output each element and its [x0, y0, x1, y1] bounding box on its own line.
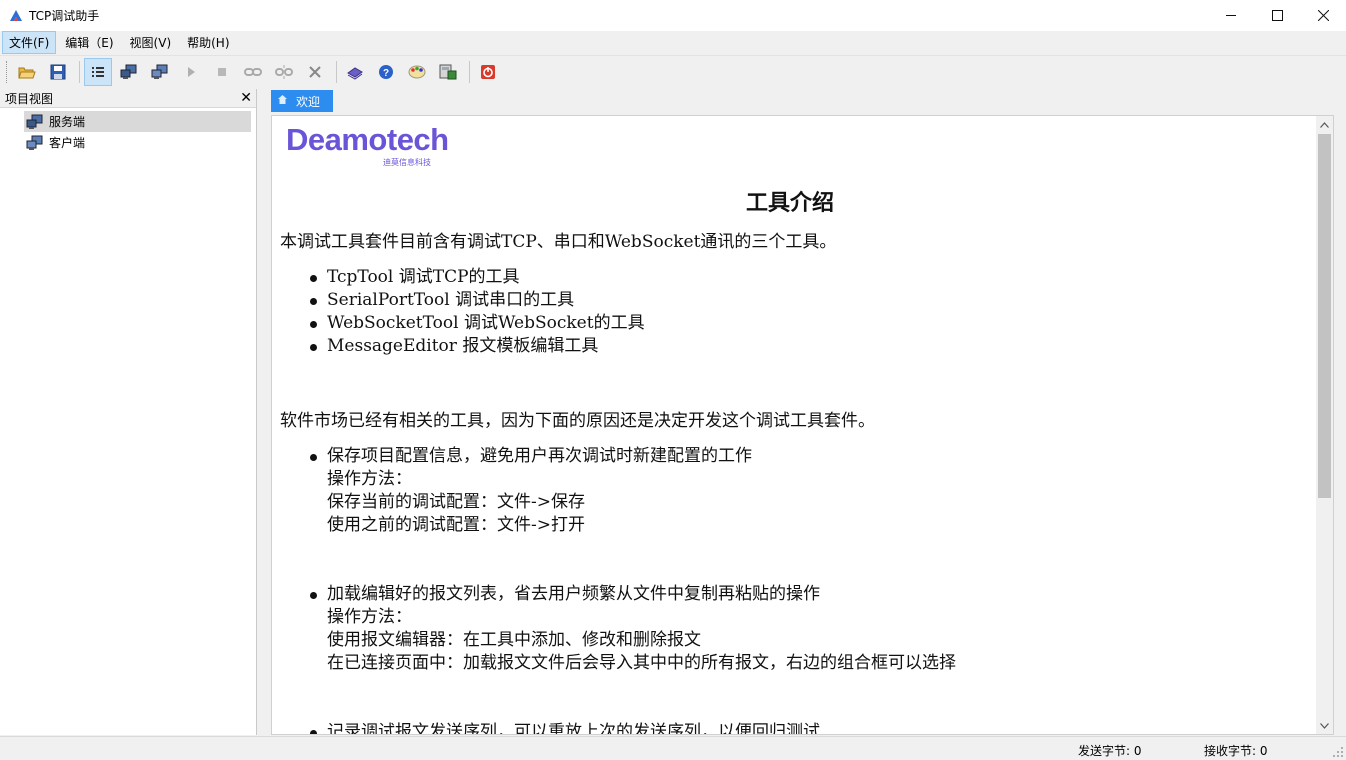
tree-item-label: 服务端 — [49, 115, 86, 129]
tree-item-label: 客户端 — [49, 136, 86, 150]
client-icon[interactable] — [146, 58, 174, 86]
app-icon — [9, 9, 23, 23]
received-bytes-status: 接收字节: 0 — [1204, 744, 1268, 758]
toolbar-grip[interactable] — [6, 60, 9, 83]
feature-line: 在已连接页面中：加载报文文件后会导入其中中的所有报文，右边的组合框可以选择 — [327, 653, 956, 673]
book-icon[interactable] — [341, 58, 369, 86]
welcome-content: Deamotech 迪莫信息科技 工具介绍 本调试工具套件目前含有调试TCP、串… — [271, 115, 1334, 735]
list-item: 保存项目配置信息，避免用户再次调试时新建配置的工作 操作方法： 保存当前的调试配… — [310, 445, 752, 537]
scroll-up-icon[interactable] — [1316, 116, 1333, 133]
feature-list-2: 加载编辑好的报文列表，省去用户频繁从文件中复制再粘贴的操作 操作方法： 使用报文… — [310, 583, 956, 675]
server-icon — [26, 114, 44, 130]
save-icon[interactable] — [44, 58, 72, 86]
scrollbar-thumb[interactable] — [1318, 134, 1331, 498]
pane-title: 项目视图 — [5, 91, 54, 106]
list-item: WebSocketTool 调试WebSocket的工具 — [310, 313, 645, 333]
server-icon[interactable] — [115, 58, 143, 86]
deamotech-logo: Deamotech 迪莫信息科技 — [286, 122, 449, 168]
open-folder-icon[interactable] — [13, 58, 41, 86]
toolbar: ? — [0, 55, 1346, 87]
connect-icon[interactable] — [239, 58, 267, 86]
calculator-icon[interactable] — [434, 58, 462, 86]
list-icon[interactable] — [84, 57, 112, 86]
feature-line: 保存当前的调试配置：文件->保存 — [327, 492, 585, 512]
vertical-scrollbar[interactable] — [1316, 116, 1333, 734]
intro-paragraph: 本调试工具套件目前含有调试TCP、串口和WebSocket通讯的三个工具。 — [280, 232, 837, 252]
menu-view[interactable]: 视图(V) — [123, 31, 179, 54]
doc-heading: 工具介绍 — [746, 190, 835, 216]
home-icon — [277, 94, 288, 108]
maximize-button[interactable] — [1254, 0, 1300, 31]
sent-bytes-status: 发送字节: 0 — [1078, 744, 1142, 758]
disconnect-icon[interactable] — [270, 58, 298, 86]
toolbar-separator — [79, 60, 80, 83]
resize-grip-icon[interactable] — [1332, 746, 1344, 758]
feature-method: 操作方法： — [327, 469, 412, 489]
menu-help[interactable]: 帮助(H) — [180, 31, 236, 54]
menu-edit[interactable]: 编辑（E) — [58, 31, 120, 54]
close-button[interactable] — [1300, 0, 1346, 31]
reason-paragraph: 软件市场已经有相关的工具，因为下面的原因还是决定开发这个调试工具套件。 — [280, 411, 875, 431]
feature-title: 保存项目配置信息，避免用户再次调试时新建配置的工作 — [327, 446, 752, 466]
minimize-button[interactable] — [1208, 0, 1254, 31]
tree-item-server[interactable]: 服务端 — [24, 111, 251, 132]
svg-text:?: ? — [383, 68, 389, 79]
help-icon[interactable]: ? — [372, 58, 400, 86]
client-icon — [26, 135, 44, 151]
feature-list-1: 保存项目配置信息，避免用户再次调试时新建配置的工作 操作方法： 保存当前的调试配… — [310, 445, 752, 537]
feature-title: 记录调试报文发送序列，可以重放上次的发送序列，以便回归测试 — [327, 722, 820, 735]
feature-line: 使用之前的调试配置：文件->打开 — [327, 515, 585, 535]
feature-line: 使用报文编辑器：在工具中添加、修改和删除报文 — [327, 630, 701, 650]
menu-bar: 文件(F) 编辑（E) 视图(V) 帮助(H) — [0, 31, 1346, 54]
logo-subtitle: 迪莫信息科技 — [383, 158, 431, 167]
tab-welcome[interactable]: 欢迎 — [271, 90, 333, 112]
tree-item-client[interactable]: 客户端 — [24, 132, 251, 153]
tab-label: 欢迎 — [296, 94, 321, 109]
palette-icon[interactable] — [403, 58, 431, 86]
feature-title: 加载编辑好的报文列表，省去用户频繁从文件中复制再粘贴的操作 — [327, 584, 820, 604]
menu-file[interactable]: 文件(F) — [2, 31, 57, 54]
list-item: 加载编辑好的报文列表，省去用户频繁从文件中复制再粘贴的操作 操作方法： 使用报文… — [310, 583, 956, 675]
stop-icon[interactable] — [208, 58, 236, 86]
list-item: 记录调试报文发送序列，可以重放上次的发送序列，以便回归测试 — [310, 721, 820, 735]
list-item: SerialPortTool 调试串口的工具 — [310, 289, 645, 312]
tools-list: TcpTool 调试TCP的工具 SerialPortTool 调试串口的工具 … — [310, 266, 645, 358]
project-view-header: 项目视图 ✕ — [0, 89, 256, 108]
play-icon[interactable] — [177, 58, 205, 86]
feature-list-3: 记录调试报文发送序列，可以重放上次的发送序列，以便回归测试 — [310, 721, 820, 735]
power-icon[interactable] — [474, 58, 502, 86]
feature-method: 操作方法： — [327, 607, 412, 627]
list-item: MessageEditor 报文模板编辑工具 — [310, 335, 645, 358]
title-bar: TCP调试助手 — [0, 0, 1346, 31]
project-tree: 服务端 客户端 — [0, 108, 256, 153]
tab-bar: 欢迎 — [262, 89, 1346, 113]
list-item: TcpTool 调试TCP的工具 — [310, 266, 645, 289]
close-x-icon[interactable] — [301, 58, 329, 86]
logo-text: Deamotech — [286, 122, 449, 157]
toolbar-separator — [469, 60, 470, 83]
project-view-pane: 项目视图 ✕ 服务端 客户端 — [0, 89, 257, 735]
toolbar-separator — [336, 60, 337, 83]
status-bar: 发送字节: 0 接收字节: 0 — [0, 736, 1346, 760]
scroll-down-icon[interactable] — [1316, 717, 1333, 734]
window-title: TCP调试助手 — [29, 9, 100, 23]
pane-close-icon[interactable]: ✕ — [240, 90, 252, 106]
